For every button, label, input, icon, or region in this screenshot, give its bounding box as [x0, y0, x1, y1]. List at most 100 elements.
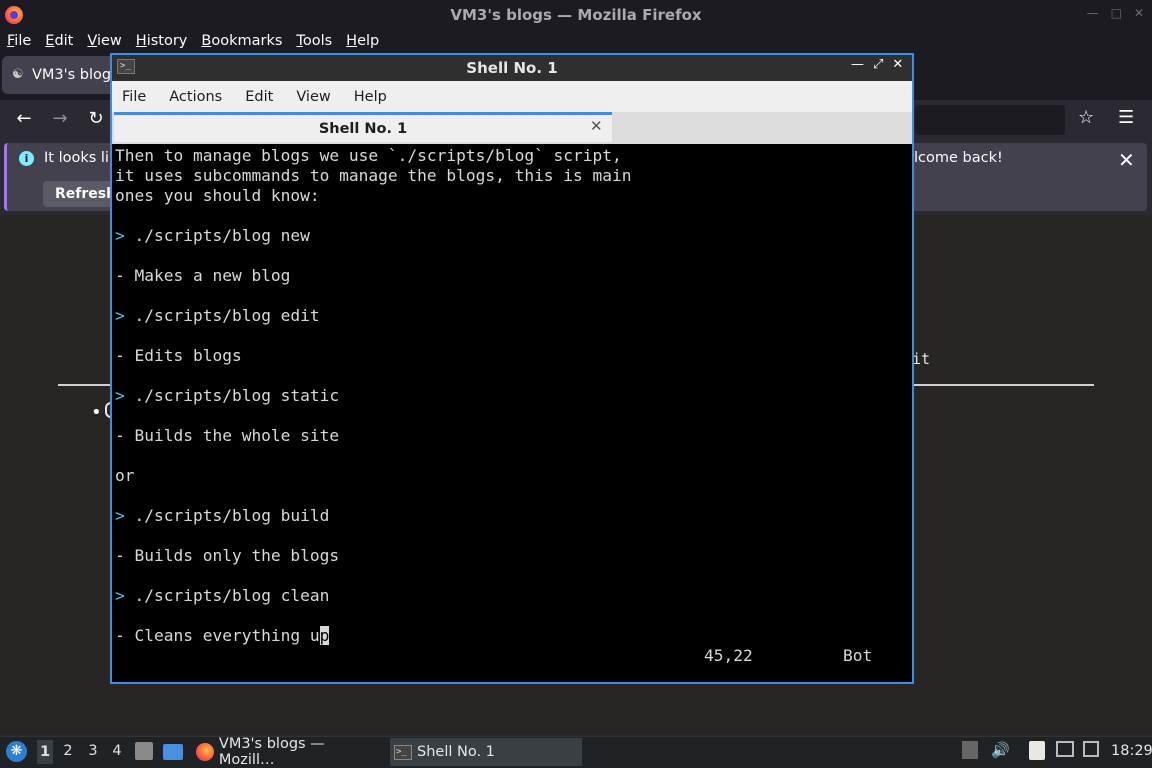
volume-icon[interactable]: 🔊: [991, 741, 1010, 759]
close-icon[interactable]: ✕: [1134, 6, 1144, 20]
start-menu-icon[interactable]: ❋: [6, 741, 27, 762]
bookmark-star-icon[interactable]: ☆: [1078, 107, 1094, 128]
terminal-output[interactable]: Then to manage blogs we use `./scripts/b…: [112, 144, 912, 682]
notification-text: It looks lik: [44, 150, 118, 166]
firefox-window-controls: — □ ✕: [1087, 6, 1144, 20]
tab-close-icon[interactable]: ✕: [590, 117, 603, 135]
terminal-line: - Builds only the blogs: [115, 546, 339, 566]
terminal-window-title: Shell No. 1: [466, 59, 558, 77]
hamburger-menu-icon[interactable]: ☰: [1118, 107, 1134, 128]
line-text: - Edits blogs: [115, 346, 242, 365]
workspace-2[interactable]: 2: [61, 743, 75, 759]
menu-file[interactable]: File: [7, 33, 37, 49]
prompt-marker: >: [115, 306, 125, 325]
terminal-menu-edit[interactable]: Edit: [245, 89, 273, 105]
terminal-menu-file[interactable]: File: [122, 89, 146, 105]
terminal-menu-view[interactable]: View: [296, 89, 330, 105]
terminal-line: Then to manage blogs we use `./scripts/b…: [115, 146, 622, 166]
back-arrow-icon[interactable]: ←: [13, 108, 35, 129]
line-text: or: [115, 466, 135, 485]
menu-view[interactable]: View: [87, 33, 127, 49]
terminal-line: - Cleans everything up: [115, 626, 330, 646]
refresh-button-label: Refresh: [55, 186, 117, 202]
close-icon[interactable]: ✕: [892, 57, 903, 72]
terminal-menu-help[interactable]: Help: [354, 89, 387, 105]
text-cursor: p: [319, 626, 330, 645]
terminal-line: > ./scripts/blog clean: [115, 586, 329, 606]
maximize-icon[interactable]: ⤢: [873, 57, 883, 72]
workspace-3[interactable]: 3: [86, 743, 100, 759]
firefox-menubar: File Edit View History Bookmarks Tools H…: [0, 30, 1152, 52]
tray-update-icon[interactable]: [962, 741, 978, 759]
menu-history[interactable]: History: [136, 33, 194, 49]
firefox-window-title: VM3's blogs — Mozilla Firefox: [450, 6, 702, 24]
line-text: ./scripts/blog build: [124, 506, 330, 525]
terminal-window-controls: — ⤢ ✕: [851, 57, 903, 72]
vim-cursor-position: 45,22: [704, 646, 753, 665]
line-text: ./scripts/blog new: [124, 226, 310, 245]
terminal-line: - Edits blogs: [115, 346, 242, 366]
firefox-titlebar: VM3's blogs — Mozilla Firefox: [0, 0, 1152, 30]
terminal-line: > ./scripts/blog static: [115, 386, 339, 406]
menu-tools[interactable]: Tools: [296, 33, 338, 49]
terminal-titlebar[interactable]: Shell No. 1: [112, 55, 912, 81]
terminal-line: - Makes a new blog: [115, 266, 290, 286]
notification-close-icon[interactable]: ✕: [1118, 148, 1135, 172]
terminal-menu-actions[interactable]: Actions: [169, 89, 222, 105]
info-icon: i: [19, 151, 34, 166]
terminal-line: > ./scripts/blog edit: [115, 306, 320, 326]
reload-icon[interactable]: ↻: [85, 108, 107, 129]
line-text: ./scripts/blog clean: [124, 586, 330, 605]
line-text: ./scripts/blog static: [124, 386, 340, 405]
file-manager-icon[interactable]: [135, 742, 153, 760]
line-text: - Builds the whole site: [115, 426, 340, 445]
line-text: ./scripts/blog edit: [124, 306, 320, 325]
firefox-logo-icon: [5, 6, 23, 24]
terminal-line: ones you should know:: [115, 186, 320, 206]
terminal-line: > ./scripts/blog new: [115, 226, 310, 246]
display-icon[interactable]: [1056, 741, 1074, 757]
workspace-4[interactable]: 4: [110, 743, 124, 759]
terminal-icon: >_: [394, 744, 412, 760]
network-icon[interactable]: [1083, 741, 1099, 757]
taskbar-item-firefox[interactable]: VM3's blogs — Mozill…: [192, 736, 384, 768]
prompt-marker: >: [115, 586, 125, 605]
taskbar-item-shell[interactable]: >_ Shell No. 1: [390, 738, 582, 766]
minimize-icon[interactable]: —: [851, 57, 864, 72]
terminal-line: or: [115, 466, 135, 486]
taskbar-item-label: VM3's blogs — Mozill…: [218, 736, 325, 768]
prompt-marker: >: [115, 386, 125, 405]
terminal-line: > ./scripts/blog build: [115, 506, 329, 526]
terminal-icon: >_: [117, 59, 135, 74]
line-text: it uses subcommands to manage the blogs,…: [115, 166, 632, 185]
taskbar-item-label: Shell No. 1: [417, 744, 495, 760]
menu-bookmarks[interactable]: Bookmarks: [201, 33, 288, 49]
page-heading-fragment: it: [912, 350, 931, 368]
site-favicon-icon: ☯: [12, 67, 24, 82]
terminal-tab-title: Shell No. 1: [318, 120, 408, 137]
menu-help[interactable]: Help: [346, 33, 385, 49]
browser-tab-title: VM3's blogs: [32, 67, 119, 83]
minimize-icon[interactable]: —: [1087, 6, 1099, 20]
show-desktop-icon[interactable]: [163, 744, 183, 760]
maximize-icon[interactable]: □: [1111, 6, 1122, 20]
notification-text-end: lcome back!: [914, 150, 1003, 166]
line-text: Then to manage blogs we use `./scripts/b…: [115, 146, 622, 165]
list-bullet: •: [91, 402, 102, 423]
forward-arrow-icon[interactable]: →: [49, 108, 71, 129]
menu-edit[interactable]: Edit: [45, 33, 79, 49]
clipboard-icon[interactable]: [1029, 741, 1045, 760]
line-text: ones you should know:: [115, 186, 320, 205]
line-text: - Builds only the blogs: [115, 546, 340, 565]
workspace-1[interactable]: 1: [37, 740, 53, 764]
line-text: - Makes a new blog: [115, 266, 291, 285]
vim-scroll-indicator: Bot: [843, 646, 873, 665]
prompt-marker: >: [115, 506, 125, 525]
clock[interactable]: 18:29: [1111, 743, 1152, 759]
url-bar[interactable]: [915, 105, 1065, 135]
terminal-tab[interactable]: Shell No. 1: [114, 112, 612, 142]
terminal-menubar: File Actions Edit View Help: [112, 81, 912, 112]
firefox-icon: [196, 743, 214, 761]
line-text: - Cleans everything u: [115, 626, 320, 645]
prompt-marker: >: [115, 226, 125, 245]
